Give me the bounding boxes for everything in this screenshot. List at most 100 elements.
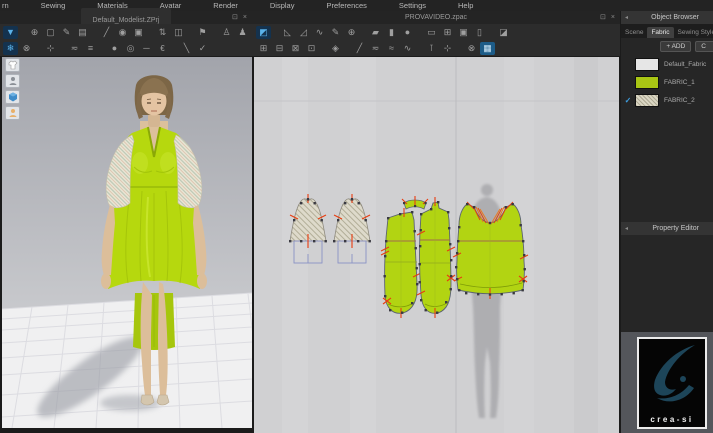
edit-pattern-tool-icon[interactable]: ◺ [280, 26, 295, 39]
hide-avatar-tool-icon[interactable]: ♟ [235, 26, 250, 39]
deactivate-tool-icon[interactable]: ⊗ [19, 42, 34, 55]
select-box-tool-icon[interactable]: ▢ [43, 26, 58, 39]
select-move-tool-icon[interactable]: ⊕ [27, 26, 42, 39]
copy-pattern-tool-icon[interactable]: ⊞ [256, 42, 271, 55]
dart-slim-tool-icon[interactable]: ▯ [472, 26, 487, 39]
add-fabric-button[interactable]: + ADD [660, 41, 691, 52]
fabric-list: Default_Fabric FABRIC_1 ✓ FABRIC_2 [621, 55, 713, 109]
tab-sewing-style[interactable]: Sewing Style [674, 27, 713, 38]
fabric-row-default[interactable]: Default_Fabric [621, 55, 713, 73]
arrange-plane-tool-icon[interactable]: ◫ [171, 26, 186, 39]
2d-window-titlebar: PROVAVIDEO.zpac ⊡ × [252, 11, 620, 24]
unfold-pattern-tool-icon[interactable]: ⊠ [288, 42, 303, 55]
pin-tool-icon[interactable]: ╱ [99, 26, 114, 39]
property-editor-title: Property Editor [652, 225, 709, 232]
deactivate2d-tool-icon[interactable]: ⊗ [464, 42, 479, 55]
avatar-icon [8, 76, 18, 86]
collapse-icon[interactable]: ◂ [625, 225, 628, 232]
crea-si-logo-text: crea-si [639, 415, 705, 424]
mirror-pattern-tool-icon[interactable]: ⊟ [272, 42, 287, 55]
import-tool-icon[interactable]: ▤ [75, 26, 90, 39]
show-arrangement-button[interactable] [5, 90, 20, 104]
brush-tool-icon[interactable]: ◪ [496, 26, 511, 39]
rectangle-tool-icon[interactable]: ▮ [384, 26, 399, 39]
select-lasso-tool-icon[interactable]: ✎ [59, 26, 74, 39]
show-avatar-button[interactable] [5, 74, 20, 88]
solidify-a-tool-icon[interactable]: ● [107, 42, 122, 55]
symmetry-tool-icon[interactable]: ◈ [328, 42, 343, 55]
show-avatar-tool-icon[interactable]: ♙ [219, 26, 234, 39]
seam-double-tool-icon[interactable]: ≂ [368, 42, 383, 55]
show-skin-button[interactable] [5, 106, 20, 120]
elastic-tool-icon[interactable]: € [155, 42, 170, 55]
fabric-row-1[interactable]: FABRIC_1 [621, 73, 713, 91]
fabric-swatch [635, 58, 659, 71]
circle-tool-icon[interactable]: ● [400, 26, 415, 39]
collapse-icon[interactable]: ◂ [625, 14, 628, 21]
seam-curve-tool-icon[interactable]: ∿ [400, 42, 415, 55]
clo3d-application-window: rn Sewing Materials Avatar Render Displa… [0, 0, 713, 433]
pin-cross-tool-icon[interactable]: ⊹ [440, 42, 455, 55]
clone-pattern-tool-icon[interactable]: ⊡ [304, 42, 319, 55]
menu-item-render[interactable]: Render [213, 1, 238, 10]
dart-grid-tool-icon[interactable]: ⊞ [440, 26, 455, 39]
close-window-icon[interactable]: × [611, 13, 615, 22]
walk-avatar-tool-icon[interactable]: ⚑ [195, 26, 210, 39]
transform-pattern-tool-icon[interactable]: ◩ [256, 26, 271, 39]
menu-item-preferences[interactable]: Preferences [326, 1, 366, 10]
freeze-tool-icon[interactable]: ❄ [3, 42, 18, 55]
add-point-tool-icon[interactable]: ⊕ [344, 26, 359, 39]
fold-arrange-tool-icon[interactable]: ≡ [83, 42, 98, 55]
fabric-toolbar: + ADD C [621, 38, 713, 55]
dart-tool-icon[interactable]: ▭ [424, 26, 439, 39]
menu-item-pattern-truncated[interactable]: rn [2, 1, 9, 10]
close-window-icon[interactable]: × [243, 13, 247, 22]
object-browser-header[interactable]: ◂ Object Browser [621, 11, 713, 24]
sew-segment-tool-icon[interactable]: ▣ [131, 26, 146, 39]
tab-fabric[interactable]: Fabric [647, 27, 673, 38]
property-editor-header[interactable]: ◂ Property Editor [621, 222, 713, 235]
copy-fabric-button-truncated[interactable]: C [695, 41, 713, 52]
3d-viewport[interactable] [2, 57, 252, 428]
edit-curve-tool-icon[interactable]: ∿ [312, 26, 327, 39]
sew-free-tool-icon[interactable]: ◉ [115, 26, 130, 39]
pin-vertical-tool-icon[interactable]: ⊺ [424, 42, 439, 55]
texture-view-tool-icon[interactable]: ▦ [480, 42, 495, 55]
crea-si-logo: crea-si [637, 337, 707, 429]
2d-pattern-canvas[interactable] [254, 57, 619, 433]
viewport-toggle-buttons [5, 58, 20, 120]
seam-wave-tool-icon[interactable]: ≈ [384, 42, 399, 55]
restore-window-icon[interactable]: ⊡ [232, 13, 238, 22]
menu-item-sewing[interactable]: Sewing [41, 1, 66, 10]
polygon-tool-icon[interactable]: ▰ [368, 26, 383, 39]
solidify-b-tool-icon[interactable]: ◎ [123, 42, 138, 55]
pin-move-tool-icon[interactable]: ⊹ [43, 42, 58, 55]
skin-avatar-icon [8, 108, 18, 118]
restore-window-icon[interactable]: ⊡ [600, 13, 606, 22]
fabric-check-icon[interactable]: ✓ [621, 96, 635, 105]
stroke-tool-icon[interactable]: ─ [139, 42, 154, 55]
object-browser-title: Object Browser [651, 14, 709, 21]
dart-square-tool-icon[interactable]: ▣ [456, 26, 471, 39]
toolbar-3d-row1: ▼ ⊕ ▢ ✎ ▤ ╱ ◉ ▣ ⇅ ◫ ⚑ ♙ ♟ [0, 24, 252, 40]
check-tool-icon[interactable]: ✓ [195, 42, 210, 55]
2d-window-title: PROVAVIDEO.zpac [405, 14, 467, 21]
edit-point-tool-icon[interactable]: ◿ [296, 26, 311, 39]
arrange-pair-tool-icon[interactable]: ⇅ [155, 26, 170, 39]
tab-scene[interactable]: Scene [621, 27, 647, 38]
seam-line-tool-icon[interactable]: ╱ [352, 42, 367, 55]
avatar-head [135, 75, 174, 119]
show-garment-button[interactable] [5, 58, 20, 72]
menu-item-display[interactable]: Display [270, 1, 295, 10]
edit-curvature-tool-icon[interactable]: ✎ [328, 26, 343, 39]
fabric-row-2[interactable]: ✓ FABRIC_2 [621, 91, 713, 109]
3d-avatar-canvas[interactable] [2, 57, 252, 428]
simulate-tool-icon[interactable]: ▼ [3, 26, 18, 39]
fold-line-tool-icon[interactable]: ≂ [67, 42, 82, 55]
menu-item-settings[interactable]: Settings [399, 1, 426, 10]
toolbar-2d-row2: ⊞ ⊟ ⊠ ⊡ ◈ ╱ ≂ ≈ ∿ ⊺ ⊹ ⊗ ▦ [252, 40, 620, 56]
crea-si-swoosh-icon [639, 341, 703, 407]
menu-item-help[interactable]: Help [458, 1, 473, 10]
measure-tool-icon[interactable]: ╲ [179, 42, 194, 55]
2d-pattern-viewport[interactable] [254, 57, 619, 433]
